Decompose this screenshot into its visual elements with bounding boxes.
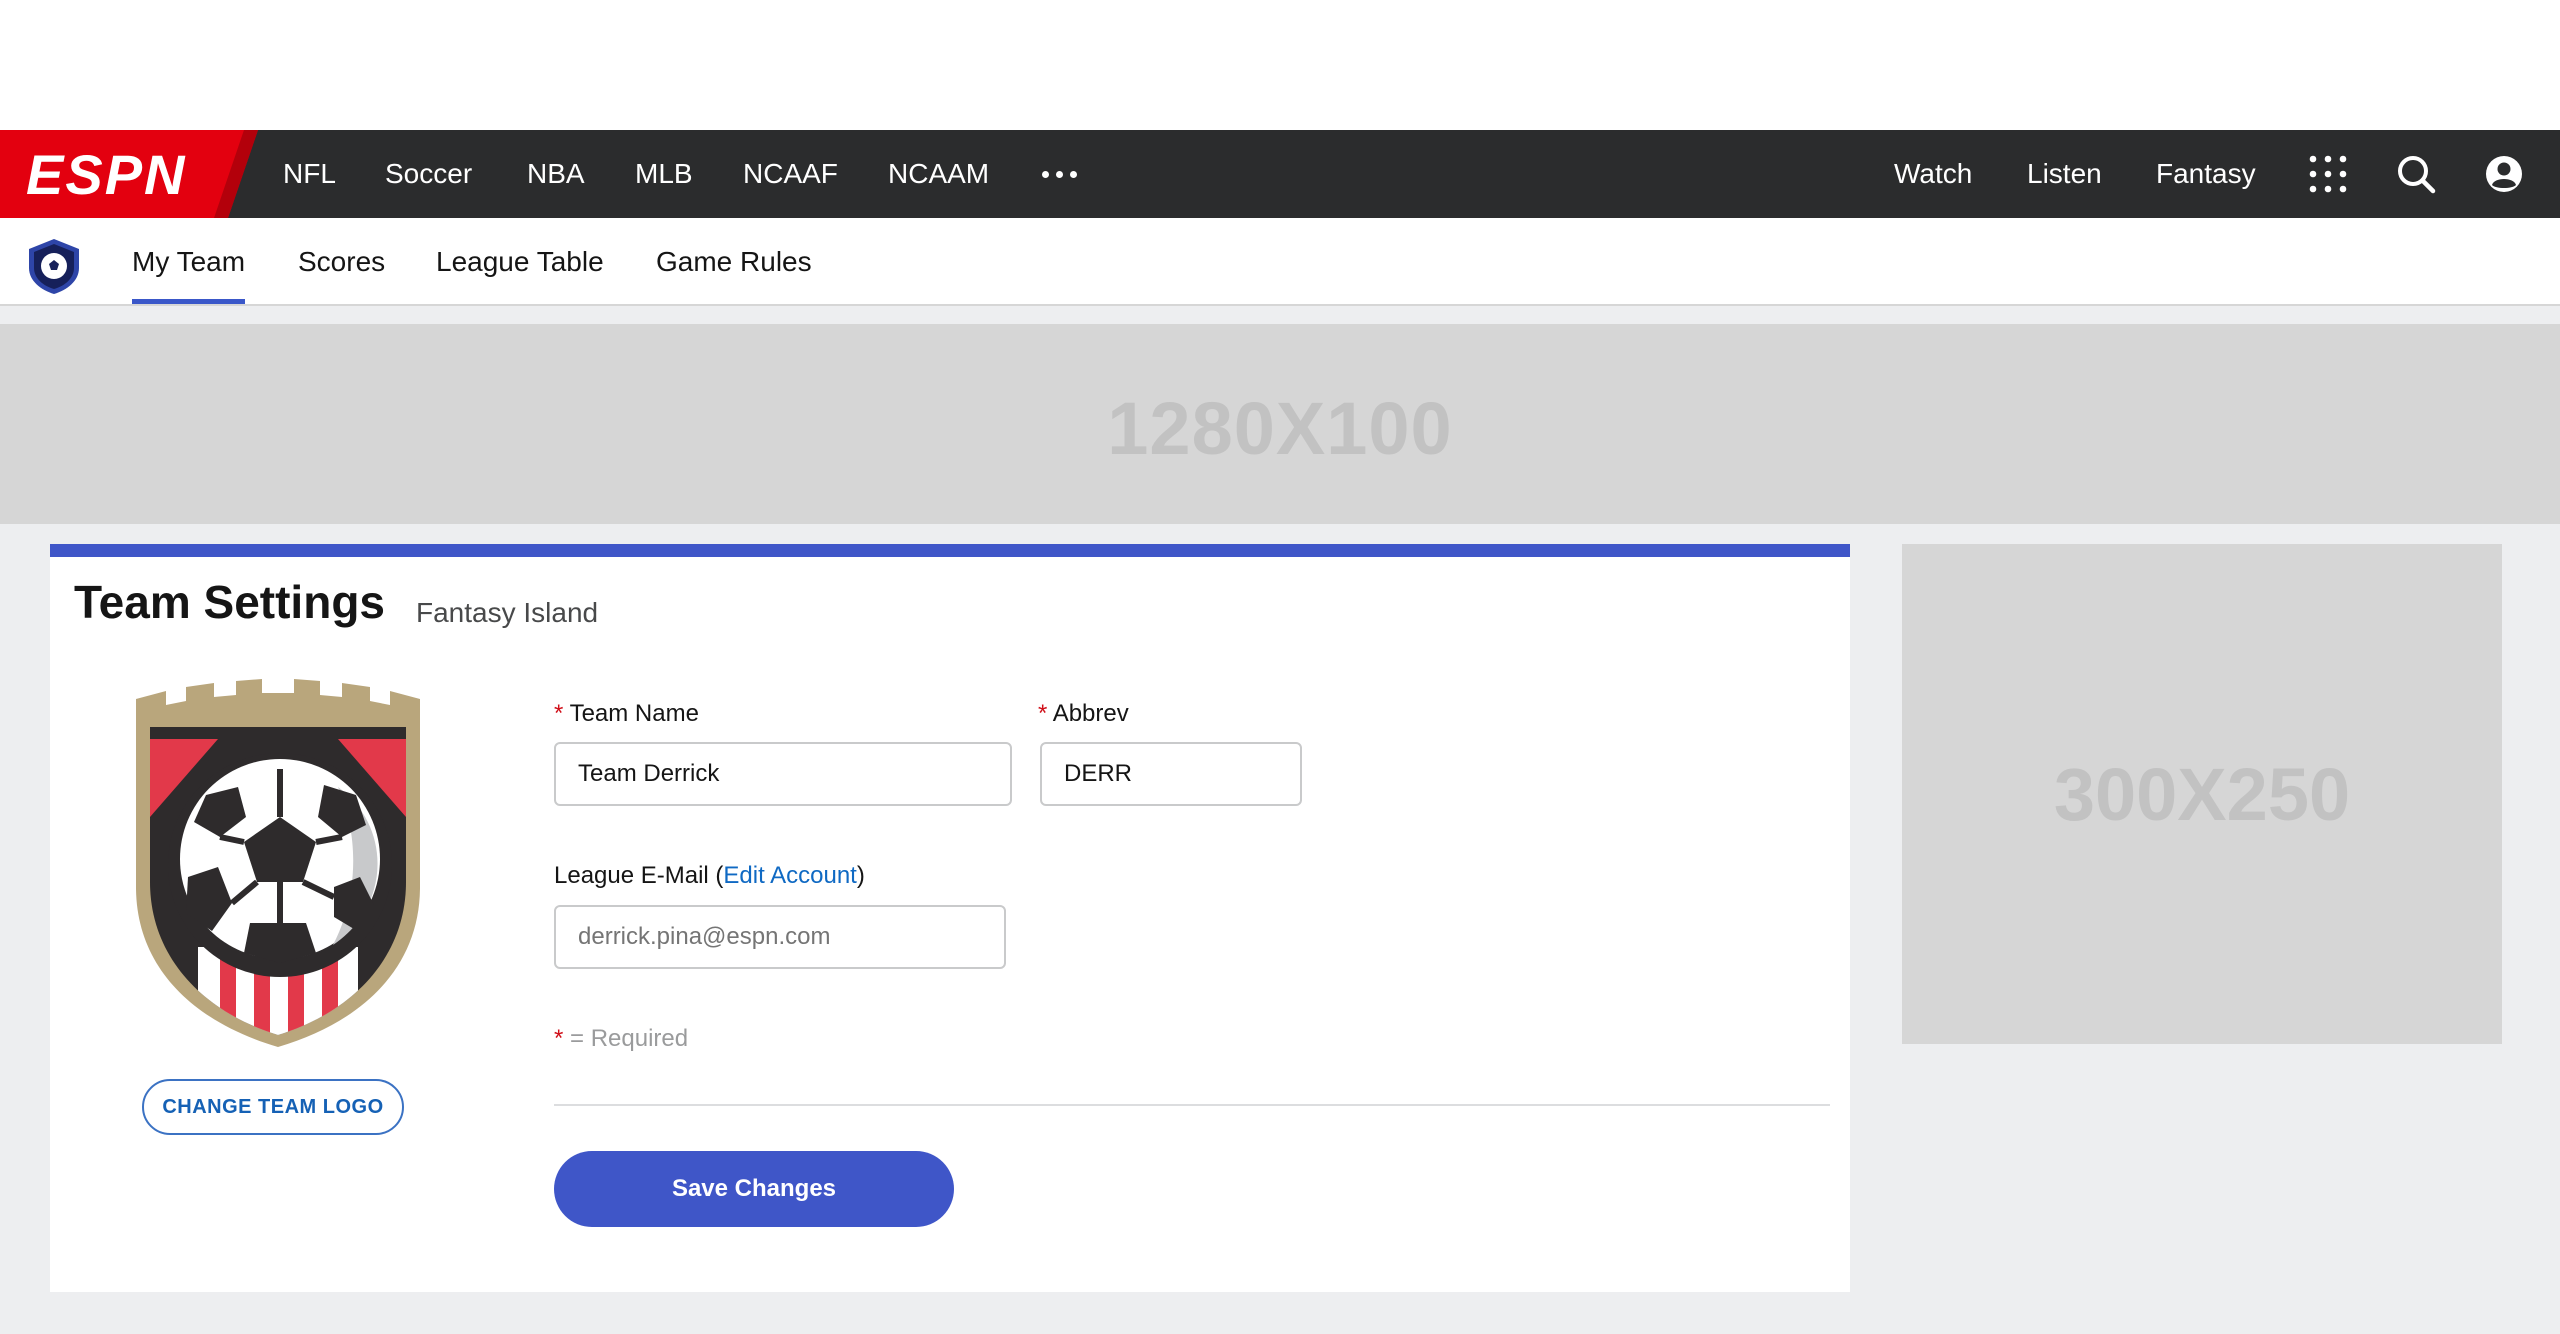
required-note: * = Required xyxy=(554,1025,688,1053)
nav-nba[interactable]: NBA xyxy=(527,130,585,218)
tab-scores[interactable]: Scores xyxy=(298,218,385,304)
team-name-label-text: Team Name xyxy=(569,700,699,727)
nav-ncaam[interactable]: NCAAM xyxy=(888,130,989,218)
espn-logo-text: ESPN xyxy=(26,143,187,206)
nav-mlb[interactable]: MLB xyxy=(635,130,693,218)
league-email-label-prefix: League E-Mail ( xyxy=(554,862,724,889)
nav-watch[interactable]: Watch xyxy=(1894,130,1972,218)
top-blank-area xyxy=(0,0,2560,130)
soccer-ball-crest-icon xyxy=(128,677,428,1047)
ellipsis-icon[interactable] xyxy=(1040,160,1080,188)
nav-fantasy[interactable]: Fantasy xyxy=(2156,130,2256,218)
leaderboard-ad-label: 1280X100 xyxy=(1107,387,1453,470)
league-email-label: League E-Mail (Edit Account) xyxy=(554,862,865,890)
abbrev-input[interactable] xyxy=(1040,742,1302,806)
divider xyxy=(554,1104,1830,1106)
nav-listen[interactable]: Listen xyxy=(2027,130,2102,218)
soccer-shield-icon[interactable] xyxy=(24,236,84,296)
tab-league-table[interactable]: League Table xyxy=(436,218,604,304)
user-account-icon[interactable] xyxy=(2480,130,2528,218)
nav-soccer[interactable]: Soccer xyxy=(385,130,472,218)
required-asterisk: * xyxy=(554,1025,564,1052)
apps-grid-icon[interactable] xyxy=(2304,130,2352,218)
sub-nav: My Team Scores League Table Game Rules xyxy=(0,218,2560,306)
league-email-input xyxy=(554,905,1006,969)
search-icon[interactable] xyxy=(2392,130,2440,218)
required-note-text: = Required xyxy=(570,1025,689,1052)
league-name: Fantasy Island xyxy=(416,597,599,628)
abbrev-label-text: Abbrev xyxy=(1052,700,1129,727)
sidebar-ad-label: 300X250 xyxy=(2053,753,2351,836)
required-asterisk: * xyxy=(554,700,564,727)
edit-account-link[interactable]: Edit Account xyxy=(723,862,856,889)
abbrev-label: * Abbrev xyxy=(1038,700,1129,728)
leaderboard-ad[interactable]: 1280X100 xyxy=(0,324,2560,524)
espn-logo[interactable]: ESPN xyxy=(0,130,260,218)
required-asterisk: * xyxy=(1038,700,1048,727)
team-settings-card: Team Settings Fantasy Island CHANGE TEAM… xyxy=(50,544,1850,1292)
page-title: Team Settings xyxy=(74,576,385,628)
sidebar-ad[interactable]: 300X250 xyxy=(1902,544,2502,1044)
global-nav: ESPN NFL Soccer NBA MLB NCAAF NCAAM Watc… xyxy=(0,130,2560,218)
league-email-label-suffix: ) xyxy=(856,862,865,889)
tab-game-rules[interactable]: Game Rules xyxy=(656,218,812,304)
team-name-input[interactable] xyxy=(554,742,1012,806)
team-name-label: * Team Name xyxy=(554,700,699,728)
tab-my-team[interactable]: My Team xyxy=(132,218,246,304)
change-team-logo-button[interactable]: CHANGE TEAM LOGO xyxy=(142,1079,404,1135)
save-changes-button[interactable]: Save Changes xyxy=(554,1151,954,1227)
nav-ncaaf[interactable]: NCAAF xyxy=(743,130,838,218)
nav-nfl[interactable]: NFL xyxy=(283,130,336,218)
